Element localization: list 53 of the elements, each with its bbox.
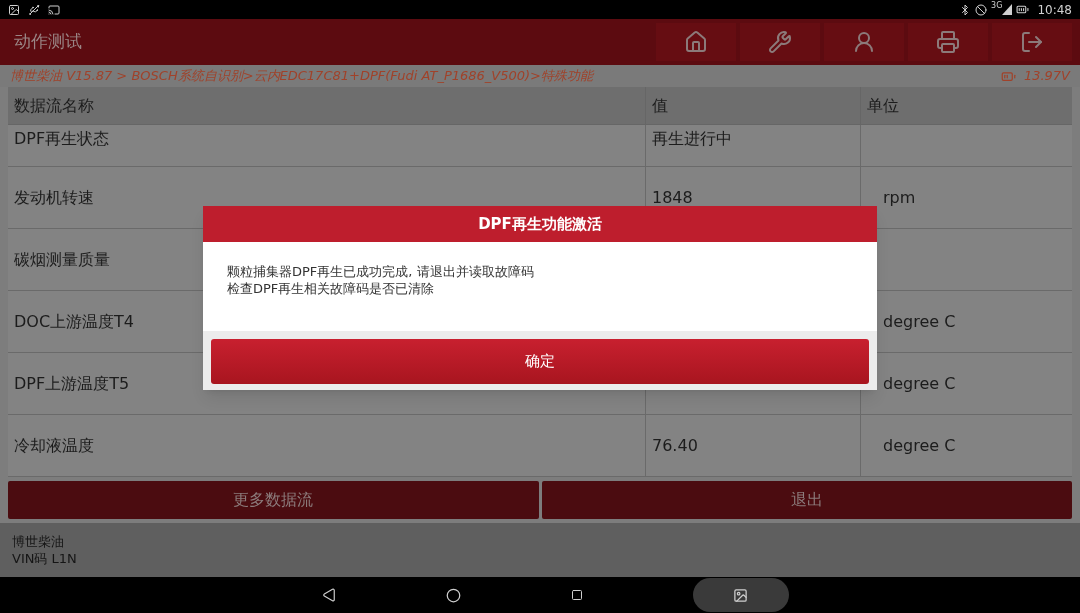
home-circle-icon <box>445 587 461 603</box>
table-cell-text: degree C <box>883 372 956 395</box>
screenshot-button[interactable] <box>692 578 789 612</box>
breadcrumb-path: 博世柴油 V15.87 > BOSCH系统自识别>云内EDC17C81+DPF(Fudi AT_P1686_V500)>特殊功能 <box>10 67 595 86</box>
table-cell-text: 1848 <box>652 187 693 209</box>
wrench-icon <box>768 30 792 54</box>
dialog-message: 颗粒捕集器DPF再生已成功完成, 请退出并读取故障码 <box>227 263 535 280</box>
recents-icon <box>570 589 583 601</box>
back-icon <box>321 588 336 602</box>
signal-icon <box>1002 4 1013 15</box>
footer-vin: VIN码 L1N <box>12 550 78 567</box>
dialog-message: 检查DPF再生相关故障码是否已清除 <box>227 280 436 297</box>
back-button[interactable] <box>321 588 336 602</box>
table-cell-text: 碳烟测量质量 <box>14 248 110 271</box>
wrench-button[interactable] <box>740 23 820 61</box>
table-cell-text: 冷却液温度 <box>14 434 94 457</box>
home-icon <box>684 30 708 54</box>
table-cell-text: 76.40 <box>652 434 698 457</box>
table-cell-text: 再生进行中 <box>652 128 732 150</box>
home-button[interactable] <box>656 23 736 61</box>
recents-button[interactable] <box>570 589 583 601</box>
header-title: 动作测试 <box>13 30 83 54</box>
exit-icon <box>1020 30 1044 54</box>
table-cell-text: rpm <box>883 186 916 209</box>
do-not-disturb-icon <box>975 3 988 16</box>
voltage-reading: 13.97V <box>1023 67 1070 86</box>
cast-icon <box>48 3 60 16</box>
home-nav-button[interactable] <box>445 587 461 603</box>
confirm-button[interactable]: 确定 <box>211 339 869 384</box>
table-cell-text: DPF再生状态 <box>14 128 110 150</box>
clock: 10:48 <box>1037 1 1072 19</box>
more-data-button[interactable]: 更多数据流 <box>8 481 539 519</box>
column-header: 数据流名称 <box>13 94 95 117</box>
column-header: 单位 <box>860 87 1072 124</box>
column-header: 值 <box>645 87 860 124</box>
table-cell-text: 发动机转速 <box>14 186 94 209</box>
image-icon <box>733 587 748 603</box>
dialog-title: DPF再生功能激活 <box>478 213 602 235</box>
person-button[interactable] <box>824 23 904 61</box>
table-cell-text: DPF上游温度T5 <box>14 372 130 395</box>
exit-button[interactable] <box>992 23 1072 61</box>
network-type: 3G <box>991 0 1003 12</box>
table-cell-text: degree C <box>883 310 956 333</box>
footer-make: 博世柴油 <box>12 533 65 550</box>
usb-icon <box>28 3 40 16</box>
battery-icon <box>1016 3 1030 16</box>
table-cell-text: DOC上游温度T4 <box>14 310 135 333</box>
table-cell-text: degree C <box>883 434 956 457</box>
person-icon <box>852 30 876 54</box>
printer-icon <box>936 30 960 54</box>
image-icon <box>8 3 20 16</box>
printer-button[interactable] <box>908 23 988 61</box>
exit-button[interactable]: 退出 <box>541 481 1072 519</box>
